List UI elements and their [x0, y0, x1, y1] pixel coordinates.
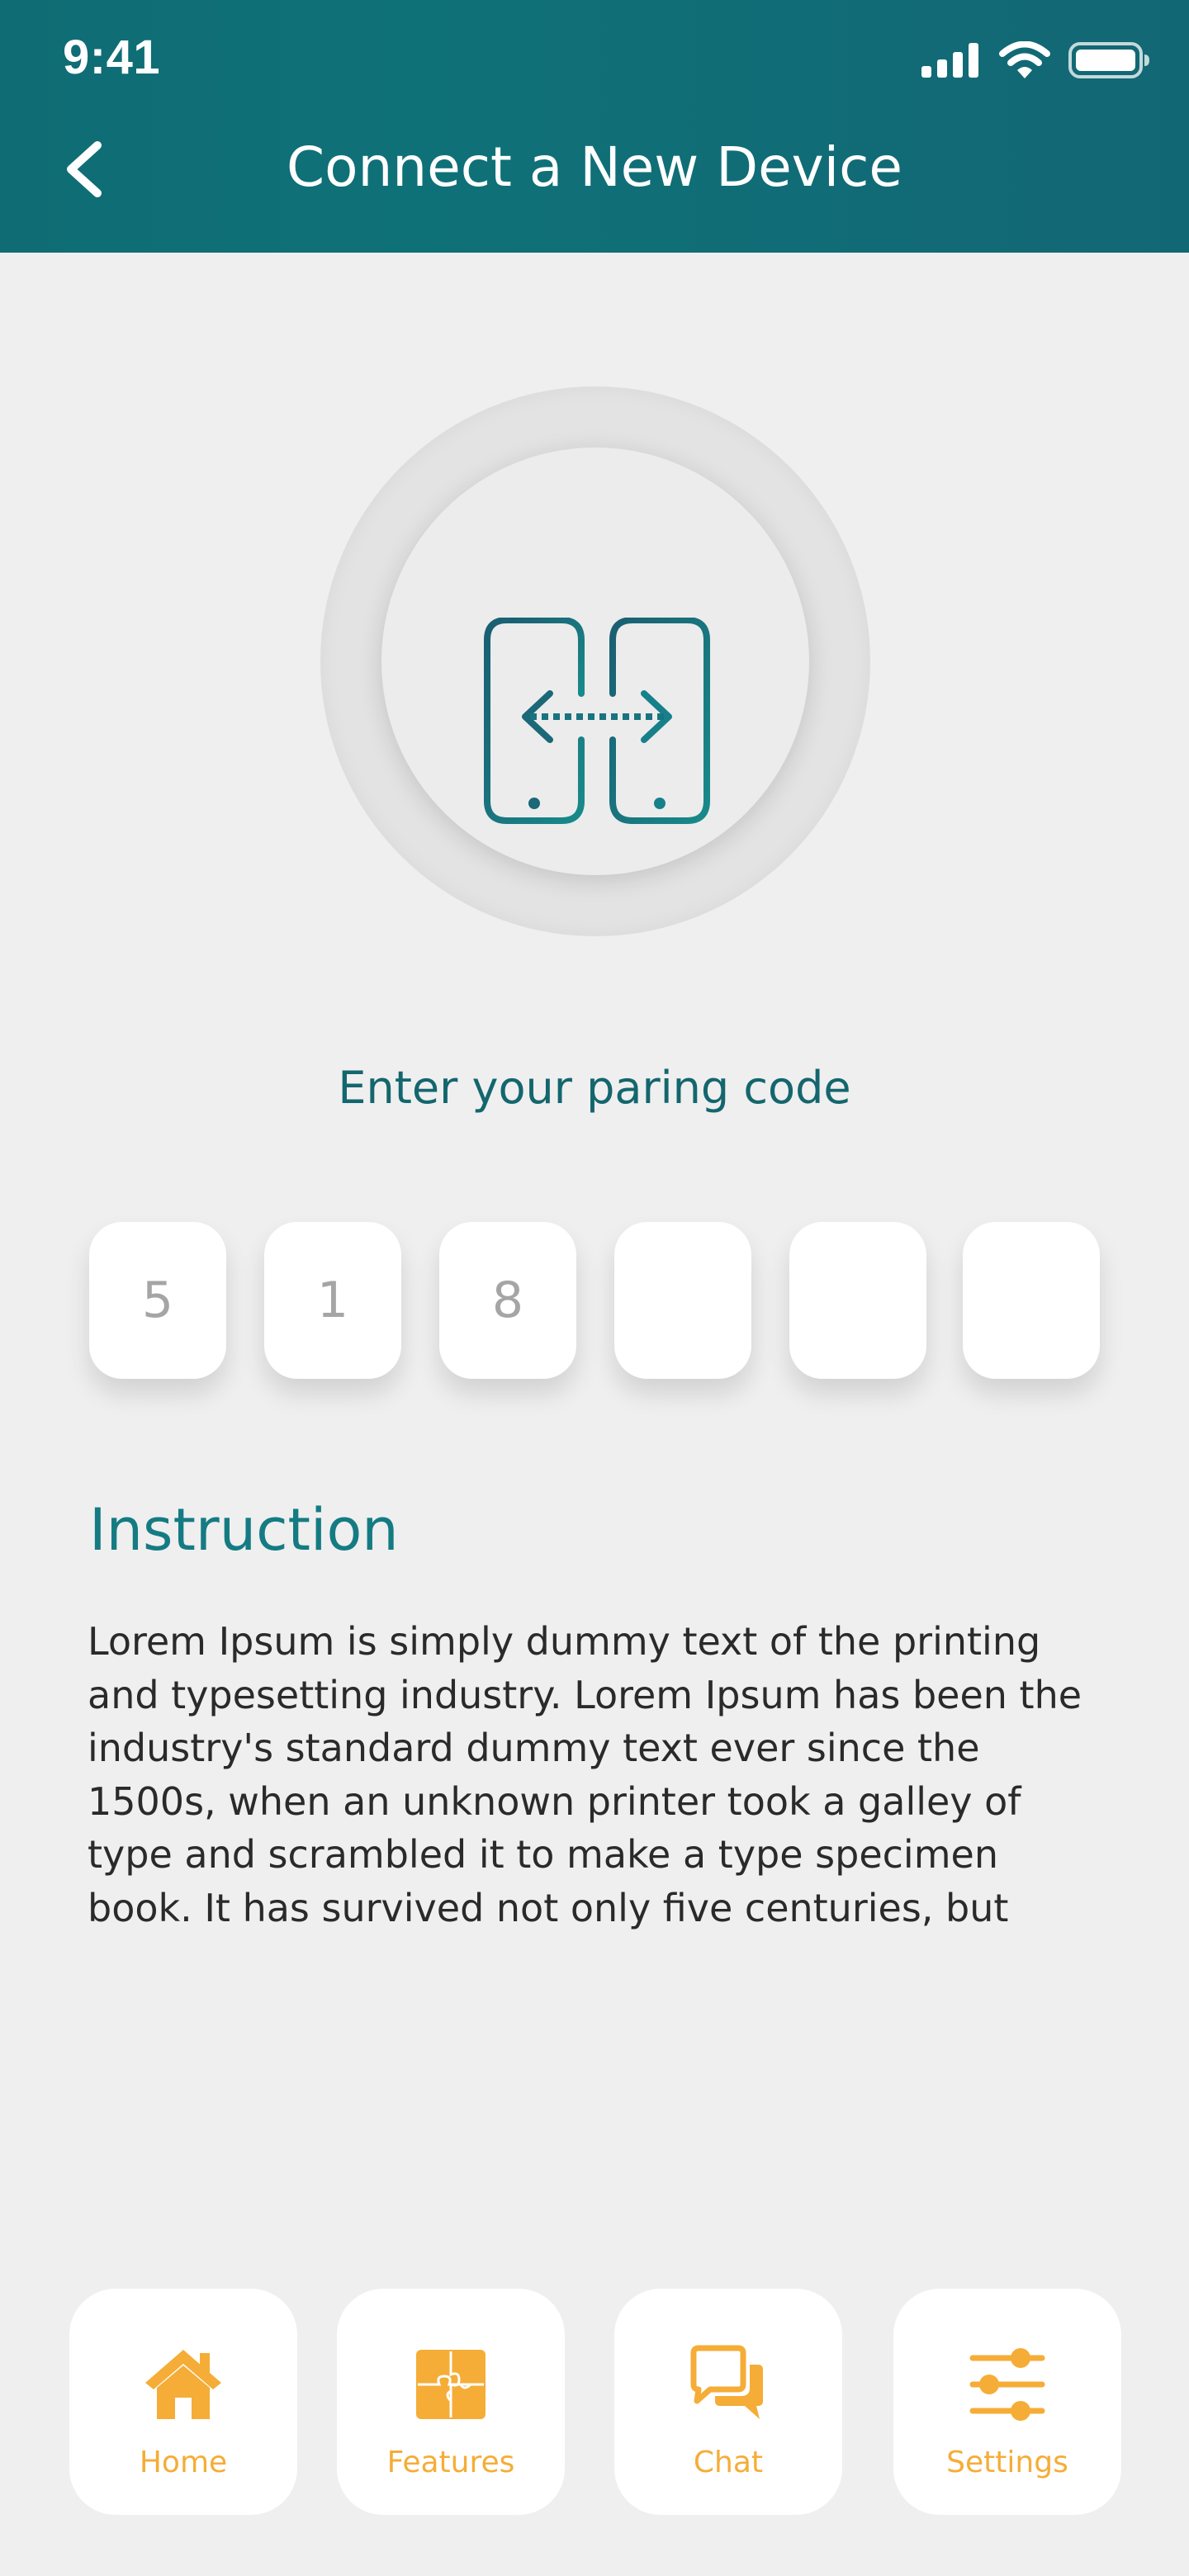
- code-digit-4[interactable]: [614, 1222, 751, 1379]
- app-header: 9:41 Connect a New Device: [0, 0, 1189, 253]
- nav-home-label: Home: [139, 2446, 228, 2479]
- nav-features[interactable]: Features: [337, 2289, 565, 2515]
- code-digit-1[interactable]: 5: [89, 1222, 226, 1379]
- nav-chat[interactable]: Chat: [614, 2289, 842, 2515]
- instruction-text: Lorem Ipsum is simply dummy text of the …: [88, 1619, 1082, 1930]
- puzzle-icon: [416, 2350, 486, 2419]
- illustration-circle: [381, 447, 809, 875]
- home-icon: [145, 2350, 221, 2419]
- signal-icon: [921, 43, 978, 78]
- chat-icon: [690, 2345, 763, 2419]
- page-title: Connect a New Device: [287, 135, 902, 199]
- nav-chat-label: Chat: [693, 2446, 764, 2479]
- code-digit-6[interactable]: [963, 1222, 1100, 1379]
- nav-home[interactable]: Home: [69, 2289, 297, 2515]
- device-transfer-icon: [484, 618, 710, 824]
- battery-icon: [1068, 42, 1149, 78]
- status-icons: [921, 40, 1151, 81]
- nav-settings[interactable]: Settings: [893, 2289, 1121, 2515]
- nav-features-label: Features: [386, 2446, 515, 2479]
- sliders-icon: [969, 2348, 1045, 2421]
- pairing-prompt: Enter your paring code: [338, 1062, 851, 1114]
- wifi-icon: [999, 41, 1050, 78]
- code-digit-3[interactable]: 8: [439, 1222, 576, 1379]
- code-digit-5[interactable]: [789, 1222, 926, 1379]
- device-pairing-illustration: [320, 386, 870, 936]
- instruction-heading: Instruction: [89, 1496, 399, 1564]
- nav-settings-label: Settings: [946, 2446, 1068, 2479]
- code-digit-2[interactable]: 1: [264, 1222, 401, 1379]
- status-time: 9:41: [63, 31, 161, 84]
